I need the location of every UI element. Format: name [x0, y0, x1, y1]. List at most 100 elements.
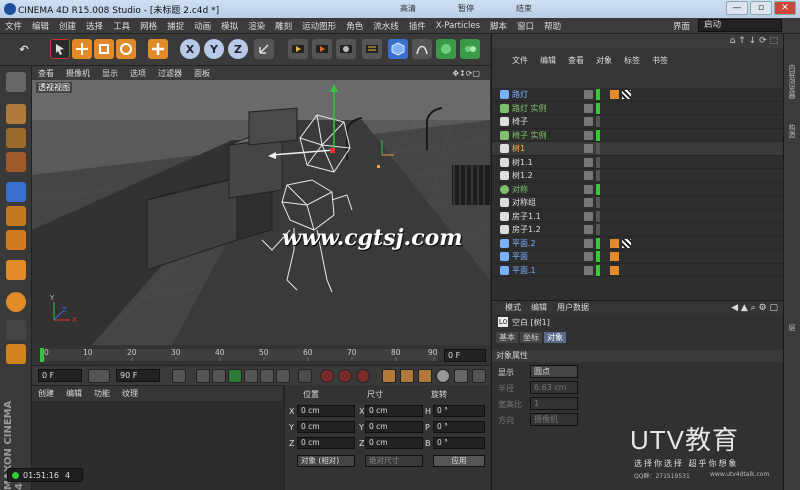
next-frame-icon[interactable]	[244, 369, 258, 383]
scale-key-icon[interactable]	[400, 369, 414, 383]
phong-tag-icon[interactable]	[610, 90, 619, 99]
attr-tab-coords[interactable]: 坐标	[520, 332, 542, 343]
menu-select[interactable]: 选择	[81, 20, 108, 32]
play-icon[interactable]	[228, 369, 242, 383]
attr-tab-basic[interactable]: 基本	[496, 332, 518, 343]
layer-toggle[interactable]	[584, 90, 593, 99]
start-stepper-icon[interactable]	[88, 369, 110, 383]
menu-simulate[interactable]: 模拟	[216, 20, 243, 32]
size-x-field[interactable]: 0 cm	[365, 405, 423, 417]
visibility-dots[interactable]	[596, 237, 600, 249]
viewport-menu-options[interactable]: 选项	[124, 68, 152, 79]
texture-mode-icon[interactable]	[6, 128, 26, 148]
side-tab-content-browser[interactable]: 内容浏览器	[787, 64, 797, 99]
minimize-button[interactable]: —	[726, 1, 748, 15]
interface-select[interactable]: 启动	[698, 19, 782, 32]
polygons-mode-icon[interactable]	[6, 230, 26, 250]
object-row[interactable]: 树1.1	[492, 156, 784, 169]
pos-y-field[interactable]: 0 cm	[297, 421, 355, 433]
magnet-icon[interactable]	[6, 292, 26, 312]
menu-help[interactable]: 帮助	[539, 20, 566, 32]
material-menu-function[interactable]: 功能	[88, 388, 116, 399]
layer-toggle[interactable]	[584, 171, 593, 180]
menu-mograph[interactable]: 运动图形	[297, 20, 341, 32]
goto-end-2-icon[interactable]	[298, 369, 312, 383]
size-y-field[interactable]: 0 cm	[365, 421, 423, 433]
attr-orientation-select[interactable]: 摄像机	[530, 413, 578, 426]
visibility-dots[interactable]	[596, 210, 600, 222]
layer-toggle[interactable]	[584, 103, 593, 113]
autokey-icon[interactable]	[338, 369, 352, 383]
attr-nav-icon[interactable]: ◀ ▲ ⌕ ⚙ ▢	[726, 303, 784, 313]
stop-button[interactable]: 结束	[508, 2, 540, 16]
render-queue-icon[interactable]	[362, 39, 382, 59]
prev-frame-icon[interactable]	[212, 369, 226, 383]
viewport-nav-icon[interactable]: ✥↕⟳▢	[446, 69, 486, 78]
attr-aspect-field[interactable]: 1	[530, 397, 578, 410]
texture-tag-icon[interactable]	[622, 90, 631, 99]
visibility-dots[interactable]	[596, 183, 600, 195]
layer-toggle[interactable]	[584, 252, 593, 261]
attr-display-select[interactable]: 圆点	[530, 365, 578, 378]
viewport-menu-display[interactable]: 显示	[96, 68, 124, 79]
layer-toggle[interactable]	[584, 225, 593, 234]
hd-button[interactable]: 高清	[392, 2, 424, 16]
layer-toggle[interactable]	[584, 184, 593, 194]
visibility-dots[interactable]	[596, 224, 600, 235]
layer-toggle[interactable]	[584, 117, 593, 126]
object-row[interactable]: 椅子	[492, 115, 784, 129]
render-pic-icon[interactable]	[312, 39, 332, 59]
visibility-dots[interactable]	[596, 116, 600, 127]
object-row[interactable]: 椅子 实例	[492, 129, 784, 142]
move-icon[interactable]	[72, 39, 92, 59]
key-selection-icon[interactable]	[356, 369, 370, 383]
menu-character[interactable]: 角色	[341, 20, 368, 32]
axis-x-icon[interactable]: X	[180, 39, 200, 59]
menu-file[interactable]: 文件	[0, 20, 27, 32]
timeline-menu-icon[interactable]	[472, 369, 486, 383]
layout-nav-icon[interactable]: ⌂ ↑ ↓ ⟳ ⬚	[730, 36, 784, 46]
object-row[interactable]: 对称	[492, 183, 784, 196]
pla-key-icon[interactable]	[454, 369, 468, 383]
scale-icon[interactable]	[94, 39, 114, 59]
viewport-menu-panel[interactable]: 面板	[188, 68, 216, 79]
menu-pipeline[interactable]: 流水线	[368, 20, 404, 32]
perspective-viewport[interactable]: 透视视图 Y X Z www.cgtsj.com	[32, 80, 490, 345]
current-frame-field[interactable]: 0 F	[444, 349, 486, 362]
layer-toggle[interactable]	[584, 238, 593, 248]
object-row[interactable]: 平面.2	[492, 237, 784, 250]
visibility-dots[interactable]	[596, 197, 600, 208]
menu-mesh[interactable]: 网格	[135, 20, 162, 32]
object-row[interactable]: 对称组	[492, 196, 784, 210]
rot-p-field[interactable]: 0 °	[433, 421, 485, 433]
obj-menu-tags[interactable]: 标签	[618, 55, 646, 66]
axis-mode-icon[interactable]	[6, 260, 26, 280]
pos-key-icon[interactable]	[382, 369, 396, 383]
apply-button[interactable]: 应用	[433, 455, 485, 467]
visibility-dots[interactable]	[596, 89, 600, 100]
attr-menu-mode[interactable]: 模式	[500, 302, 526, 313]
cube-icon[interactable]	[388, 39, 408, 59]
prev-key-icon[interactable]	[196, 369, 210, 383]
obj-menu-edit[interactable]: 编辑	[534, 55, 562, 66]
menu-edit[interactable]: 编辑	[27, 20, 54, 32]
obj-menu-file[interactable]: 文件	[506, 55, 534, 66]
subdivision-icon[interactable]	[436, 39, 456, 59]
attr-menu-userdata[interactable]: 用户数据	[552, 302, 594, 313]
snap-icon[interactable]	[6, 320, 26, 340]
object-row[interactable]: 树1	[492, 142, 784, 156]
visibility-dots[interactable]	[596, 156, 600, 168]
visibility-dots[interactable]	[596, 170, 600, 181]
points-mode-icon[interactable]	[6, 182, 26, 202]
visibility-dots[interactable]	[596, 102, 600, 114]
object-row[interactable]: 房子1.2	[492, 223, 784, 237]
timeline[interactable]: 0 10 20 30 40 50 60 70 80 90 0 F	[32, 345, 490, 365]
attr-tab-object[interactable]: 对象	[544, 332, 566, 343]
object-row[interactable]: 路灯 实例	[492, 102, 784, 115]
visibility-dots[interactable]	[596, 143, 600, 154]
obj-menu-view[interactable]: 查看	[562, 55, 590, 66]
phong-tag-icon[interactable]	[610, 252, 619, 261]
workplane-icon[interactable]	[6, 152, 26, 172]
menu-render[interactable]: 渲染	[243, 20, 270, 32]
viewport-menu-cameras[interactable]: 摄像机	[60, 68, 96, 79]
